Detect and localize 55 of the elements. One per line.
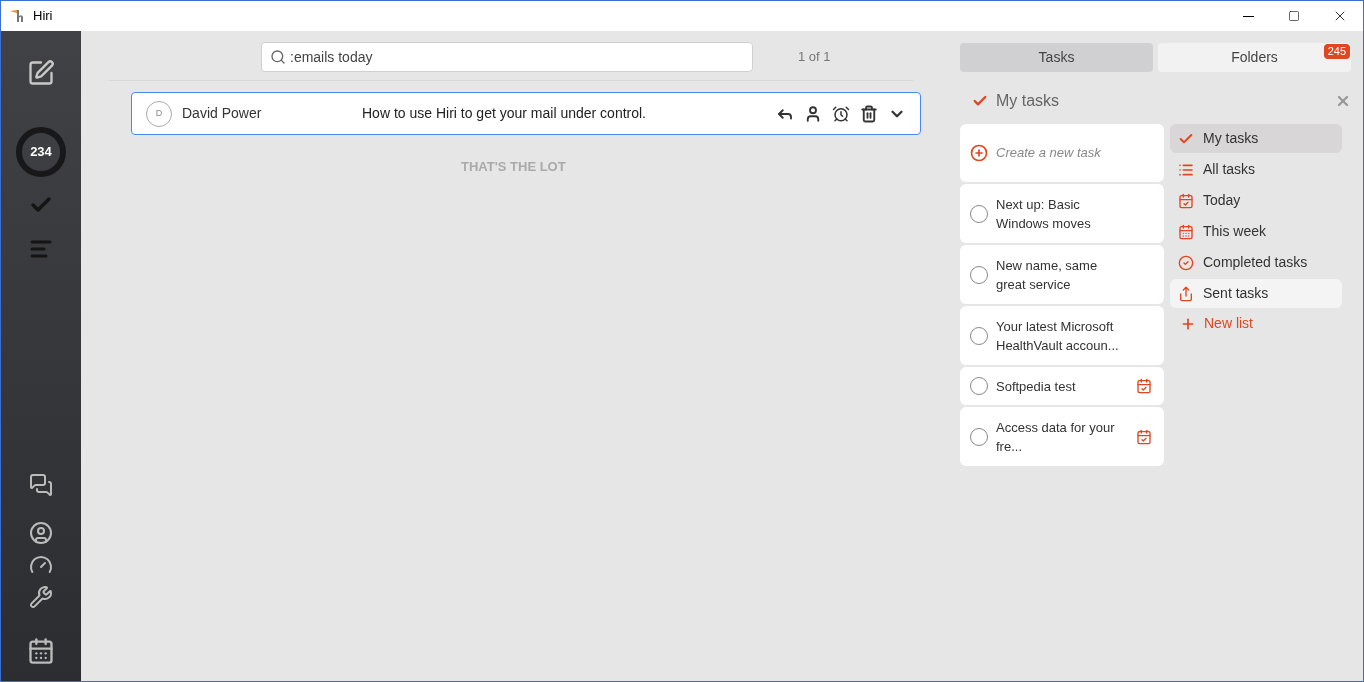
calendar-check-icon xyxy=(1178,192,1194,209)
task-title: Next up: Basic Windows moves xyxy=(996,195,1092,233)
email-sender: David Power xyxy=(182,104,263,123)
task-list-label: All tasks xyxy=(1203,160,1256,179)
task-list-item[interactable]: Completed tasks xyxy=(1170,248,1342,277)
task-card[interactable]: Access data for your fre... xyxy=(960,407,1164,466)
share-icon xyxy=(1178,285,1194,302)
task-list-label: My tasks xyxy=(1203,129,1259,148)
task-list-label: This week xyxy=(1203,222,1267,241)
circle-check-icon xyxy=(1178,254,1194,271)
maximize-icon xyxy=(1288,10,1300,22)
task-card[interactable]: Your latest Microsoft HealthVault accoun... xyxy=(960,306,1164,365)
tab[interactable]: Folders 245 xyxy=(1158,43,1351,72)
compose-button[interactable] xyxy=(27,59,55,87)
task-list-item[interactable]: Sent tasks xyxy=(1170,279,1342,308)
calendar-icon xyxy=(1178,223,1194,240)
trash-icon[interactable] xyxy=(860,104,878,123)
task-card[interactable]: Next up: Basic Windows moves xyxy=(960,184,1164,243)
task-list-item[interactable]: This week xyxy=(1170,217,1342,246)
wrench-icon[interactable] xyxy=(29,585,53,609)
plus-circle-icon xyxy=(970,144,988,162)
user-icon[interactable] xyxy=(804,104,822,123)
window-title: Hiri xyxy=(33,7,53,26)
user-icon[interactable] xyxy=(29,521,53,545)
task-list-label: Today xyxy=(1203,191,1241,210)
calendar-icon[interactable] xyxy=(27,637,55,665)
end-message: THAT'S THE LOT xyxy=(461,158,567,176)
email-row[interactable]: D David Power How to use Hiri to get your mail under control. xyxy=(131,92,921,135)
task-list-item[interactable]: All tasks xyxy=(1170,155,1342,184)
task-list-item[interactable]: Today xyxy=(1170,186,1342,215)
task-title: New name, same great service xyxy=(996,256,1099,294)
result-count: 1 of 1 xyxy=(798,48,831,67)
app-logo-icon xyxy=(9,8,25,24)
task-list-label: Completed tasks xyxy=(1203,253,1308,272)
task-card[interactable]: New name, same great service xyxy=(960,245,1164,304)
unread-count-ring[interactable]: 234 xyxy=(16,127,66,177)
task-title: Access data for your fre... xyxy=(996,418,1116,456)
search-value: :emails today xyxy=(290,47,373,67)
task-list-label: Sent tasks xyxy=(1203,284,1269,303)
task-list-item[interactable]: My tasks xyxy=(1170,124,1342,153)
task-title: Softpedia test xyxy=(996,377,1077,396)
new-task-placeholder: Create a new task xyxy=(996,144,1101,163)
minimize-icon xyxy=(1242,15,1254,17)
tab[interactable]: Tasks xyxy=(960,43,1153,72)
task-card[interactable]: Softpedia test xyxy=(960,367,1164,405)
count-badge: 245 xyxy=(1323,44,1350,59)
new-task-field[interactable]: Create a new task xyxy=(960,124,1164,182)
search-icon xyxy=(270,49,286,65)
tasks-header: My tasks xyxy=(996,91,1060,111)
search-field[interactable]: :emails today xyxy=(261,42,753,72)
email-subject: How to use Hiri to get your mail under control. xyxy=(362,104,646,123)
alarm-clock-icon[interactable] xyxy=(832,104,850,123)
chat-icon[interactable] xyxy=(29,473,53,497)
unread-count: 234 xyxy=(30,143,52,162)
task-title: Your latest Microsoft HealthVault accoun... xyxy=(996,317,1120,355)
